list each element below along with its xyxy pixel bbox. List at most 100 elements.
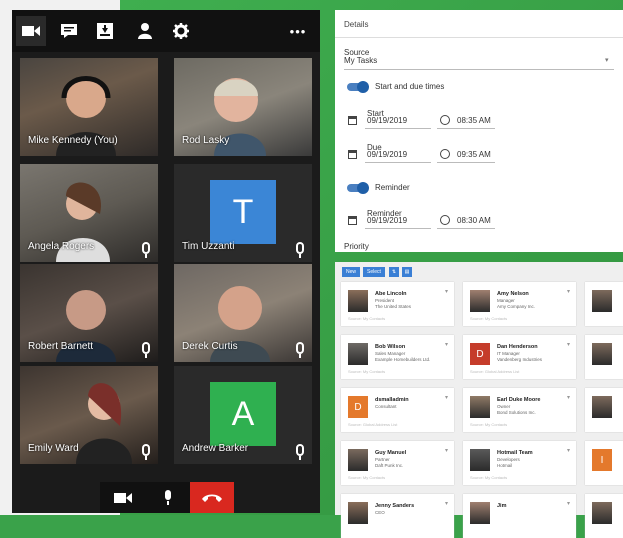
contact-card[interactable]: Earl Duke Moore Owner Bond Solutions Inc. S… bbox=[463, 388, 576, 432]
calendar-icon[interactable] bbox=[348, 216, 357, 225]
contact-card[interactable]: Jenny Sanders CEO ▾ bbox=[341, 494, 454, 538]
contact-company: Vandenberg Industries bbox=[497, 357, 542, 362]
contact-name: Jenny Sanders bbox=[375, 503, 415, 509]
due-date-input[interactable]: 09/19/2019 bbox=[367, 150, 407, 159]
contact-photo bbox=[348, 343, 368, 365]
video-camera-icon[interactable] bbox=[16, 16, 46, 46]
contact-title: Partner bbox=[375, 457, 390, 462]
contact-card-partial[interactable] bbox=[585, 388, 623, 432]
start-due-toggle[interactable] bbox=[347, 81, 369, 93]
participant-name: Rod Lasky bbox=[182, 135, 230, 146]
avatar-initial: T bbox=[232, 192, 254, 231]
contact-name: dsmalladmin bbox=[375, 397, 409, 403]
chevron-down-icon[interactable]: ▾ bbox=[445, 341, 448, 348]
chevron-down-icon[interactable]: ▾ bbox=[445, 288, 448, 295]
contact-card[interactable]: Ddsmalladmin Consultant Source: Global Add… bbox=[341, 388, 454, 432]
select-button[interactable]: Select bbox=[363, 267, 385, 277]
reminder-toggle[interactable] bbox=[347, 182, 369, 194]
contact-source: Source: My Contacts bbox=[348, 475, 386, 480]
calendar-icon[interactable] bbox=[348, 116, 357, 125]
chevron-down-icon[interactable]: ▾ bbox=[567, 394, 570, 401]
contact-card-partial[interactable] bbox=[585, 282, 623, 326]
contact-card[interactable]: Bob Wilson Sales Manager Example Homebuild… bbox=[341, 335, 454, 379]
contact-source: Source: My Contacts bbox=[348, 316, 386, 321]
chevron-down-icon[interactable]: ▾ bbox=[567, 447, 570, 454]
contact-name: Earl Duke Moore bbox=[497, 397, 541, 403]
start-due-label: Start and due times bbox=[375, 82, 445, 91]
chevron-down-icon[interactable]: ▾ bbox=[605, 56, 609, 64]
clock-icon[interactable] bbox=[440, 215, 450, 225]
contact-card[interactable]: D Dan Henderson IT Manager Vandenberg Indus… bbox=[463, 335, 576, 379]
reminder-time-input[interactable]: 08:30 AM bbox=[457, 216, 491, 225]
more-options-icon[interactable]: ••• bbox=[282, 16, 314, 46]
participant-name: Andrew Barker bbox=[182, 443, 249, 454]
contact-photo bbox=[592, 343, 612, 365]
chevron-down-icon[interactable]: ▾ bbox=[445, 500, 448, 507]
contact-name: Jim bbox=[497, 503, 507, 509]
participant-name: Tim Uzzanti bbox=[182, 241, 235, 252]
chevron-down-icon[interactable]: ▾ bbox=[567, 500, 570, 507]
gear-icon[interactable] bbox=[166, 16, 196, 46]
participant-name: Robert Barnett bbox=[28, 341, 94, 352]
contact-card-partial[interactable] bbox=[585, 494, 623, 538]
clock-icon[interactable] bbox=[440, 149, 450, 159]
participant-tile[interactable]: T Tim Uzzanti bbox=[174, 164, 312, 262]
contact-title: Consultant bbox=[375, 404, 397, 409]
chevron-down-icon[interactable]: ▾ bbox=[445, 447, 448, 454]
clock-icon[interactable] bbox=[440, 115, 450, 125]
start-time-input[interactable]: 08:35 AM bbox=[457, 116, 491, 125]
due-time-input[interactable]: 09:35 AM bbox=[457, 150, 491, 159]
download-icon[interactable] bbox=[90, 16, 120, 46]
contact-company: Hotmail bbox=[497, 463, 513, 468]
contact-photo bbox=[348, 290, 368, 312]
participant-tile[interactable]: Mike Kennedy (You) bbox=[20, 58, 158, 156]
participant-name: Emily Ward bbox=[28, 443, 79, 454]
participant-name: Angela Rogers bbox=[28, 241, 95, 252]
contact-card-partial[interactable]: I bbox=[585, 441, 623, 485]
contact-company: Example Homebuilders Ltd. bbox=[375, 357, 431, 362]
reminder-date-input[interactable]: 09/19/2019 bbox=[367, 216, 407, 225]
participant-tile[interactable]: Angela Rogers bbox=[20, 164, 158, 262]
contact-card[interactable]: Guy Manuel Partner Daft Punk Inc. Source: M… bbox=[341, 441, 454, 485]
contact-card[interactable]: Abe Lincoln President The United States Sou… bbox=[341, 282, 454, 326]
participant-tile[interactable]: Derek Curtis bbox=[174, 264, 312, 362]
contact-card-partial[interactable] bbox=[585, 335, 623, 379]
contact-photo bbox=[592, 396, 612, 418]
hang-up-button[interactable] bbox=[190, 482, 234, 513]
contact-initial-avatar: D bbox=[348, 396, 368, 418]
camera-toggle-icon[interactable] bbox=[100, 482, 146, 513]
priority-label: Priority bbox=[344, 242, 369, 251]
contact-photo bbox=[348, 449, 368, 471]
calendar-icon[interactable] bbox=[348, 150, 357, 159]
contact-card[interactable]: Amy Nelson Manager Amy Company Inc. Source:… bbox=[463, 282, 576, 326]
avatar: T bbox=[210, 180, 276, 244]
chevron-down-icon[interactable]: ▾ bbox=[567, 288, 570, 295]
contact-company: The United States bbox=[375, 304, 412, 309]
source-select[interactable]: My Tasks bbox=[344, 56, 377, 65]
contact-title: Sales Manager bbox=[375, 351, 406, 356]
start-date-input[interactable]: 09/19/2019 bbox=[367, 116, 407, 125]
participant-tile[interactable]: Rod Lasky bbox=[174, 58, 312, 156]
contact-card[interactable]: Jim ▾ bbox=[463, 494, 576, 538]
chevron-down-icon[interactable]: ▾ bbox=[567, 341, 570, 348]
microphone-toggle-icon[interactable] bbox=[146, 482, 190, 513]
contact-name: Bob Wilson bbox=[375, 344, 406, 350]
person-icon[interactable] bbox=[130, 16, 160, 46]
participant-tile[interactable]: Robert Barnett bbox=[20, 264, 158, 362]
sort-icon[interactable]: ⇅ bbox=[389, 267, 399, 277]
divider bbox=[365, 228, 431, 229]
contact-name: Abe Lincoln bbox=[375, 291, 407, 297]
view-icon[interactable]: ▤ bbox=[402, 267, 412, 277]
contact-initial-avatar: I bbox=[592, 449, 612, 471]
chat-icon[interactable] bbox=[54, 16, 84, 46]
chevron-down-icon[interactable]: ▾ bbox=[445, 394, 448, 401]
participant-name: Derek Curtis bbox=[182, 341, 238, 352]
divider bbox=[437, 228, 495, 229]
participant-tile[interactable]: Emily Ward bbox=[20, 366, 158, 464]
contact-photo bbox=[592, 290, 612, 312]
contact-title: Developers bbox=[497, 457, 520, 462]
new-button[interactable]: New bbox=[342, 267, 360, 277]
participant-tile[interactable]: A Andrew Barker bbox=[174, 366, 312, 464]
contact-card[interactable]: Hotmail Team Developers Hotmail Source: My … bbox=[463, 441, 576, 485]
contact-title: CEO bbox=[375, 510, 385, 515]
